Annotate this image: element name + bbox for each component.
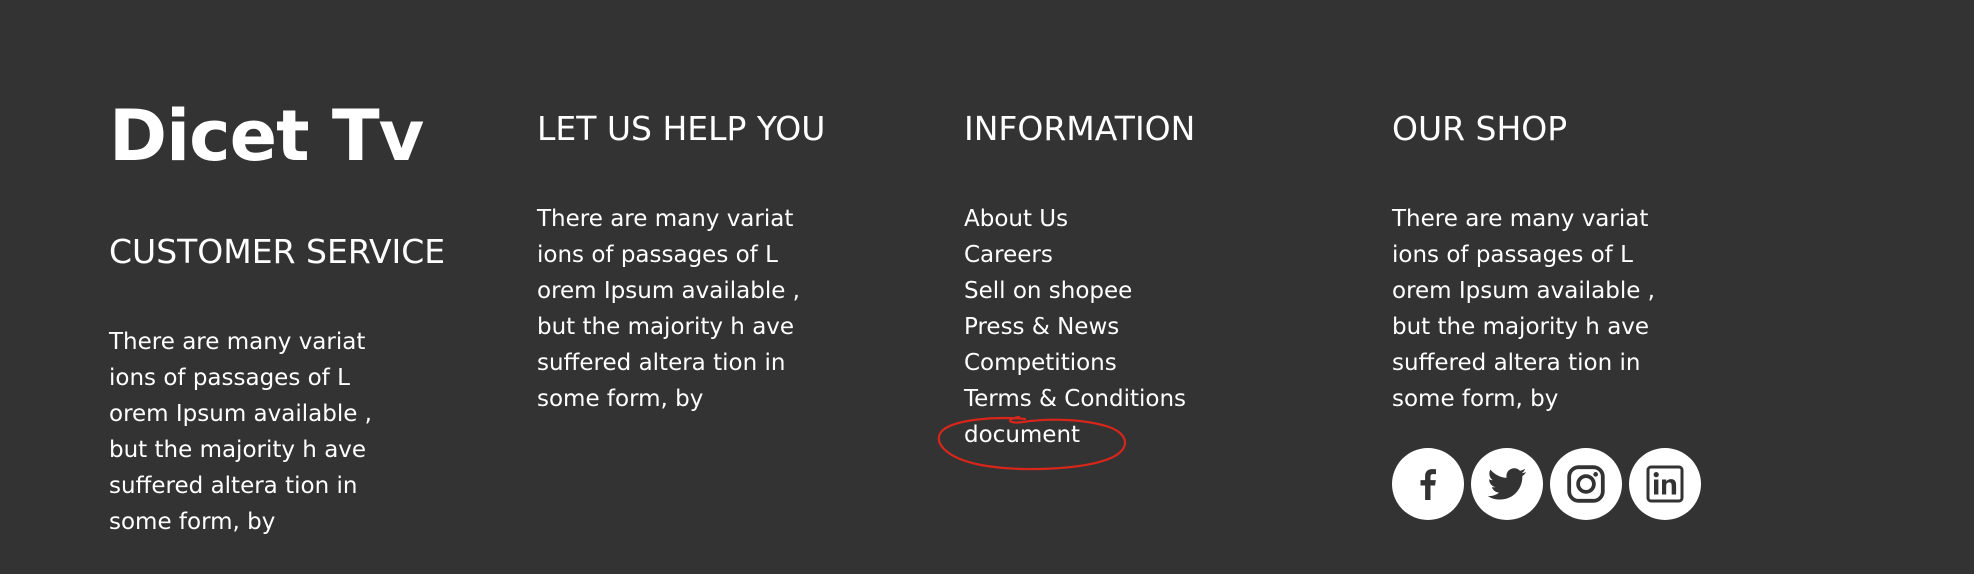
text-line: but the majority h ave <box>1392 314 1650 340</box>
help-heading: LET US HELP YOU <box>537 109 826 148</box>
link-careers[interactable]: Careers <box>964 237 1186 273</box>
link-competitions[interactable]: Competitions <box>964 345 1186 381</box>
text-line: There are many variat <box>109 329 366 355</box>
customer-service-text: There are many variat ions of passages o… <box>109 324 409 540</box>
text-line: suffered altera tion in <box>1392 350 1641 376</box>
link-press-news[interactable]: Press & News <box>964 309 1186 345</box>
text-line: some form, by <box>109 509 276 535</box>
twitter-button[interactable] <box>1471 448 1543 520</box>
customer-service-heading: CUSTOMER SERVICE <box>109 232 446 271</box>
link-document[interactable]: document <box>964 417 1186 453</box>
text-line: There are many variat <box>1392 206 1649 232</box>
site-footer: Dicet Tv CUSTOMER SERVICE There are many… <box>0 0 1974 574</box>
text-line: some form, by <box>1392 386 1559 412</box>
instagram-button[interactable] <box>1550 448 1622 520</box>
linkedin-icon <box>1646 465 1684 503</box>
text-line: but the majority h ave <box>537 314 795 340</box>
shop-heading: OUR SHOP <box>1392 109 1568 148</box>
information-links: About Us Careers Sell on shopee Press & … <box>964 201 1186 453</box>
text-line: orem Ipsum available , <box>537 278 800 304</box>
text-line: ions of passages of L <box>537 242 778 268</box>
social-links <box>1392 448 1701 520</box>
facebook-icon <box>1420 469 1436 500</box>
text-line: suffered altera tion in <box>109 473 358 499</box>
twitter-icon <box>1487 468 1527 500</box>
link-about-us[interactable]: About Us <box>964 201 1186 237</box>
instagram-icon <box>1567 465 1605 503</box>
text-line: There are many variat <box>537 206 794 232</box>
link-sell-on-shopee[interactable]: Sell on shopee <box>964 273 1186 309</box>
text-line: some form, by <box>537 386 704 412</box>
help-text: There are many variat ions of passages o… <box>537 201 837 417</box>
text-line: suffered altera tion in <box>537 350 786 376</box>
brand-logo[interactable]: Dicet Tv <box>109 96 424 176</box>
information-heading: INFORMATION <box>964 109 1196 148</box>
text-line: but the majority h ave <box>109 437 367 463</box>
linkedin-button[interactable] <box>1629 448 1701 520</box>
shop-text: There are many variat ions of passages o… <box>1392 201 1692 417</box>
link-terms-conditions[interactable]: Terms & Conditions <box>964 381 1186 417</box>
text-line: ions of passages of L <box>109 365 350 391</box>
text-line: orem Ipsum available , <box>1392 278 1655 304</box>
text-line: orem Ipsum available , <box>109 401 372 427</box>
facebook-button[interactable] <box>1392 448 1464 520</box>
text-line: ions of passages of L <box>1392 242 1633 268</box>
